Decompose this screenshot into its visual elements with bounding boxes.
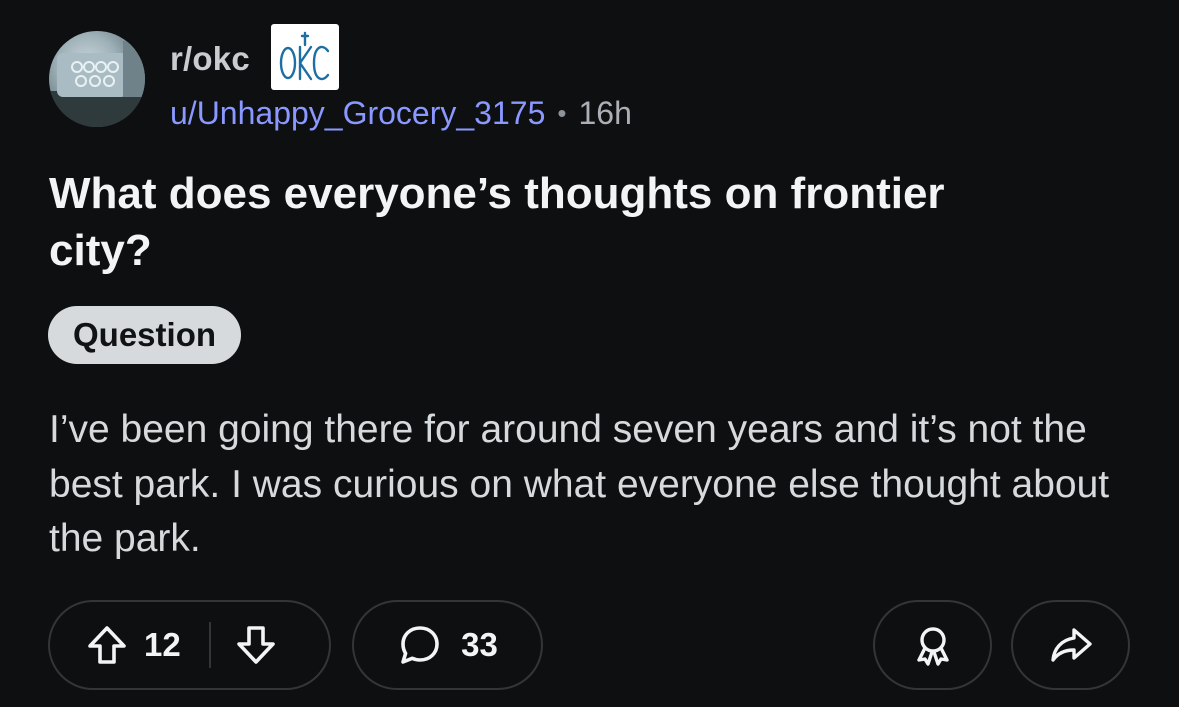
meta-separator: • [557, 98, 567, 128]
subreddit-badge [271, 24, 339, 90]
award-button[interactable] [873, 600, 992, 690]
comments-button[interactable]: 33 [352, 600, 543, 690]
subreddit-avatar[interactable] [49, 31, 145, 127]
vote-count: 12 [144, 626, 181, 663]
share-arrow-icon [1050, 628, 1092, 662]
comment-count: 33 [461, 626, 498, 663]
downvote-arrow-icon [236, 626, 275, 664]
downvote-button[interactable] [233, 622, 279, 668]
comment-bubble-icon [401, 626, 439, 664]
upvote-arrow-icon [88, 626, 126, 664]
vote-bar: 12 [48, 600, 331, 690]
upvote-button[interactable] [84, 622, 130, 668]
award-icon [916, 627, 949, 666]
flair-badge[interactable]: Question [48, 306, 242, 364]
share-button[interactable] [1011, 600, 1130, 690]
vote-divider [208, 622, 211, 668]
post-title[interactable]: What does everyone’s thoughts on frontie… [49, 165, 1049, 279]
author-link[interactable]: u/Unhappy_Grocery_3175 [170, 95, 545, 132]
post-body: I’ve been going there for around seven y… [49, 408, 1110, 560]
avatar-image [49, 41, 145, 127]
post-age: 16h [578, 95, 632, 131]
okc-logo-icon [279, 31, 330, 81]
post-meta: u/Unhappy_Grocery_3175 • 16h [170, 95, 632, 132]
subreddit-name[interactable]: r/okc [170, 40, 250, 78]
